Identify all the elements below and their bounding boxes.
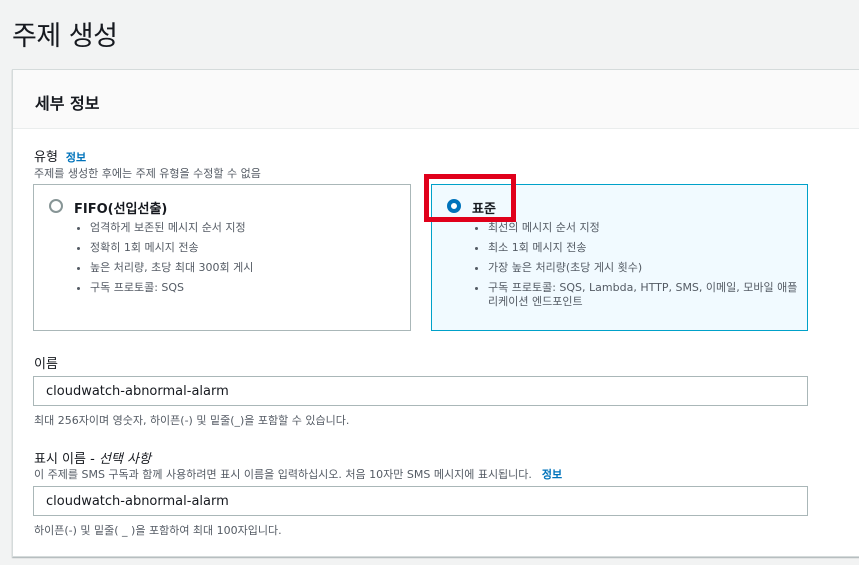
display-name-description-text: 이 주제를 SMS 구독과 함께 사용하려면 표시 이름을 입력하십시오. 처음… [34,468,532,481]
display-name-label-text: 표시 이름 - [34,452,99,467]
feature-item: 최선의 메시지 순서 지정 [488,221,798,235]
option-title-fifo: FIFO(선입선출) [74,202,168,217]
feature-list-standard: 최선의 메시지 순서 지정 최소 1회 메시지 전송 가장 높은 처리량(초당 … [470,221,798,315]
feature-item: 구독 프로토콜: SQS, Lambda, HTTP, SMS, 이메일, 모바… [488,281,798,309]
feature-item: 엄격하게 보존된 메시지 순서 지정 [90,221,420,235]
name-hint: 최대 256자이며 영숫자, 하이픈(-) 및 밑줄(_)을 포함할 수 있습니… [34,414,350,427]
page-title: 주제 생성 [12,21,118,52]
display-name-label: 표시 이름 - 선택 사항 [34,448,151,467]
display-name-hint: 하이픈(-) 및 밑줄( _ )을 포함하여 최대 100자입니다. [34,524,282,537]
display-name-description: 이 주제를 SMS 구독과 함께 사용하려면 표시 이름을 입력하십시오. 처음… [34,466,562,482]
feature-item: 최소 1회 메시지 전송 [488,241,798,255]
feature-list-fifo: 엄격하게 보존된 메시지 순서 지정 정확히 1회 메시지 전송 높은 처리량,… [72,221,420,301]
display-name-info-link[interactable]: 정보 [542,468,562,481]
name-label: 이름 [34,357,58,372]
type-label: 유형 정보 [34,146,86,165]
highlight-box [424,174,516,222]
option-tile-fifo[interactable]: FIFO(선입선출) 엄격하게 보존된 메시지 순서 지정 정확히 1회 메시지… [33,184,411,331]
radio-fifo[interactable] [49,199,63,213]
optional-label: 선택 사항 [98,452,151,467]
feature-item: 정확히 1회 메시지 전송 [90,241,420,255]
type-description: 주제를 생성한 후에는 주제 유형을 수정할 수 없음 [34,167,261,180]
panel-title: 세부 정보 [35,94,100,113]
type-info-link[interactable]: 정보 [66,151,86,164]
feature-item: 높은 처리량, 초당 최대 300회 게시 [90,261,420,275]
feature-item: 구독 프로토콜: SQS [90,281,420,295]
feature-item: 가장 높은 처리량(초당 게시 횟수) [488,261,798,275]
type-label-text: 유형 [34,150,58,165]
display-name-input[interactable] [33,486,808,516]
name-input[interactable] [33,376,808,406]
panel-header: 세부 정보 [13,70,859,129]
